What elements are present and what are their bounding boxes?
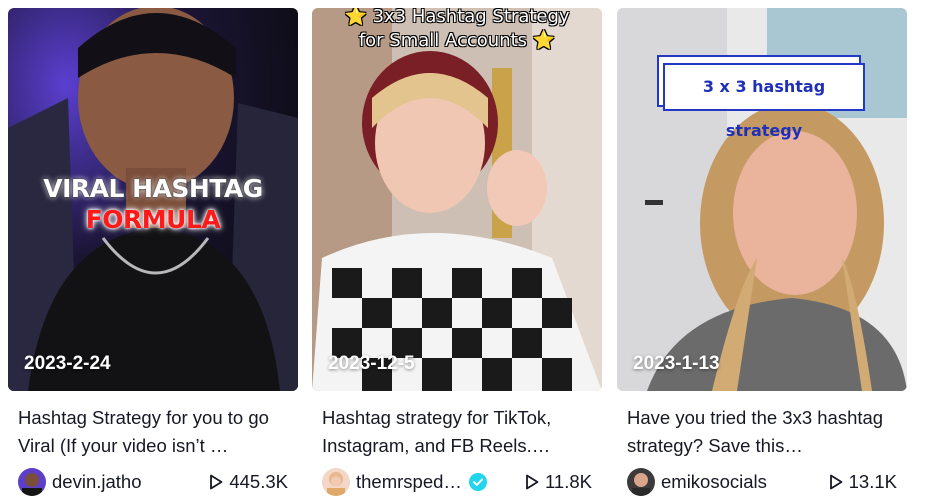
video-caption[interactable]: Have you tried the 3x3 hashtag strategy?… — [617, 404, 907, 460]
video-thumbnail[interactable]: ⭐ 3x3 Hashtag Strategy for Small Account… — [312, 8, 602, 391]
overlay-text-line2: for Small Accounts ⭐ — [358, 30, 556, 51]
overlay-text-line1: ⭐ 3x3 Hashtag Strategy — [344, 8, 570, 27]
avatar[interactable] — [322, 468, 350, 496]
video-grid: VIRAL HASHTAG FORMULA 2023-2-24 Hashtag … — [0, 0, 928, 500]
username[interactable]: emikosocials — [661, 471, 767, 493]
thumbnail-image — [312, 8, 602, 391]
play-icon — [526, 474, 539, 490]
video-thumbnail[interactable]: VIRAL HASHTAG FORMULA 2023-2-24 — [8, 8, 298, 391]
username[interactable]: themrsped… — [356, 471, 462, 493]
video-date: 2023-1-13 — [633, 353, 720, 374]
username[interactable]: devin.jatho — [52, 471, 141, 493]
video-date: 2023-2-24 — [24, 353, 111, 374]
view-count-value: 445.3K — [229, 471, 288, 492]
overlay-text-line1: 3 x 3 hashtag strategy — [663, 63, 865, 140]
overlay-text-line2: FORMULA — [85, 205, 221, 234]
video-meta: emikosocials 13.1K — [617, 467, 907, 497]
video-caption[interactable]: Hashtag strategy for TikTok, Instagram, … — [312, 404, 602, 460]
video-caption[interactable]: Hashtag Strategy for you to go Viral (If… — [8, 404, 298, 460]
play-icon — [210, 474, 223, 490]
video-card[interactable]: ⭐ 3x3 Hashtag Strategy for Small Account… — [312, 8, 602, 497]
view-count: 11.8K — [525, 471, 592, 493]
view-count: 13.1K — [829, 471, 897, 493]
video-date: 2023-12-5 — [328, 353, 415, 374]
view-count-value: 11.8K — [545, 471, 592, 492]
view-count-value: 13.1K — [848, 471, 897, 492]
avatar[interactable] — [18, 468, 46, 496]
play-icon — [829, 474, 843, 490]
overlay-text-line1: VIRAL HASHTAG — [43, 174, 263, 203]
video-card[interactable]: VIRAL HASHTAG FORMULA 2023-2-24 Hashtag … — [8, 8, 298, 497]
video-meta: themrsped… 11.8K — [312, 467, 602, 497]
video-thumbnail[interactable]: 3 x 3 hashtag strategy 2023-1-13 — [617, 8, 907, 391]
avatar[interactable] — [627, 468, 655, 496]
verified-badge-icon — [468, 473, 487, 491]
video-meta: devin.jatho 445.3K — [8, 467, 298, 497]
view-count: 445.3K — [209, 471, 288, 493]
video-card[interactable]: 3 x 3 hashtag strategy 2023-1-13 Have yo… — [617, 8, 907, 497]
overlay-title-box: 3 x 3 hashtag strategy — [657, 55, 865, 140]
